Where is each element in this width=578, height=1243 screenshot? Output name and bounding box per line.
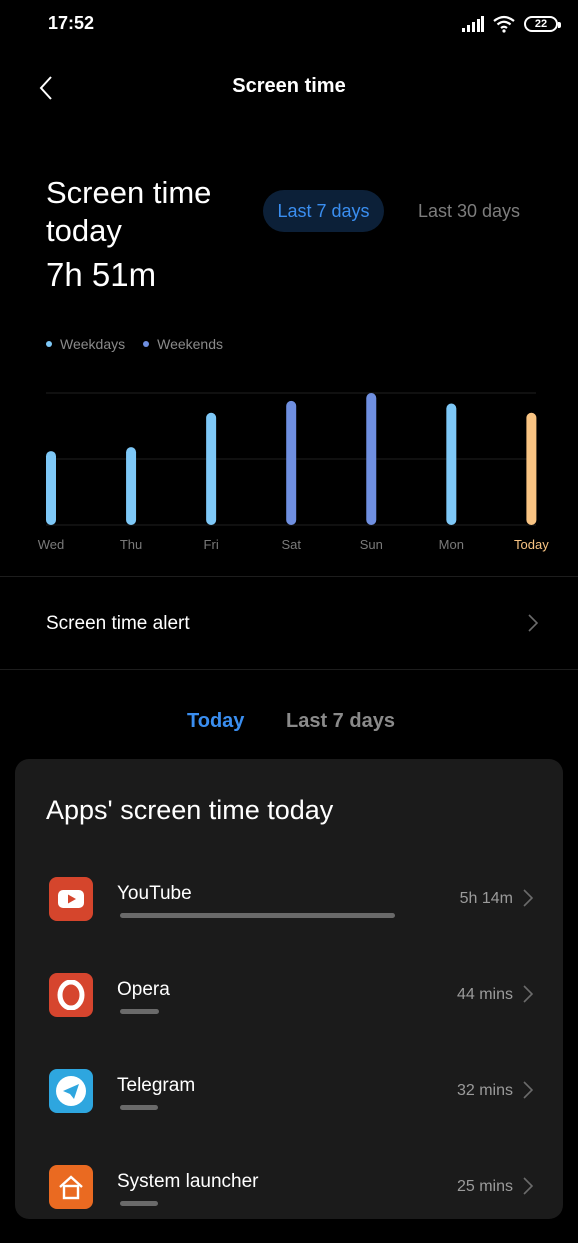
app-name: Telegram	[117, 1075, 196, 1096]
app-name: System launcher	[117, 1171, 259, 1192]
screen-time-chart: Wed Thu Fri Sat Sun Mon Today	[38, 392, 549, 552]
chevron-right-icon	[523, 985, 533, 1003]
weekend-dot-icon	[143, 341, 150, 347]
chart-tick-label-wed: Wed	[38, 537, 65, 552]
app-usage-time: 44 mins	[456, 986, 513, 1003]
wifi-icon	[493, 15, 515, 33]
chevron-right-icon	[523, 1081, 533, 1099]
status-bar: 17:52 22	[0, 0, 578, 48]
chart-legend: Weekdays Weekends	[46, 336, 223, 352]
app-row-telegram[interactable]: Telegram 32 mins	[15, 1051, 563, 1147]
app-row-system-launcher[interactable]: System launcher 25 mins	[15, 1147, 563, 1243]
legend-weekdays: Weekdays	[46, 336, 125, 352]
weekday-dot-icon	[46, 341, 52, 347]
tab-today[interactable]: Today	[187, 710, 244, 733]
header: Screen time	[0, 60, 578, 116]
summary-value: 7h 51m	[46, 256, 157, 293]
app-usage-time: 32 mins	[456, 1082, 513, 1099]
chart-tick-label-today: Today	[514, 537, 549, 552]
legend-weekends-label: Weekends	[157, 336, 224, 352]
usage-bar-fill	[120, 1105, 158, 1110]
chart-tick-label-fri: Fri	[204, 537, 219, 552]
battery-icon: 22	[524, 16, 561, 32]
usage-bar	[120, 1105, 395, 1110]
chart-bar-sat	[286, 400, 297, 525]
telegram-icon	[49, 1069, 93, 1113]
chart-bar-today	[526, 412, 537, 525]
period-tabs: Today Last 7 days	[0, 700, 578, 746]
range-last-7-days-button[interactable]: Last 7 days	[263, 190, 384, 232]
app-row-youtube[interactable]: YouTube 5h 14m	[15, 859, 563, 955]
usage-bar-fill	[120, 913, 395, 918]
legend-weekdays-label: Weekdays	[60, 336, 126, 352]
app-name: YouTube	[117, 883, 192, 904]
chart-tick-label-mon: Mon	[439, 537, 464, 552]
chart-bar-sun	[366, 393, 377, 525]
app-name: Opera	[117, 979, 170, 1000]
usage-bar	[120, 913, 395, 918]
usage-bar	[120, 1009, 395, 1014]
youtube-icon	[49, 877, 93, 921]
divider	[0, 576, 578, 577]
usage-bar-fill	[120, 1009, 159, 1014]
summary-title: Screen time today	[46, 175, 212, 248]
status-icons: 22	[462, 14, 561, 34]
opera-icon	[49, 973, 93, 1017]
chart-bar-thu	[126, 447, 137, 525]
home-icon	[49, 1165, 93, 1209]
app-usage-time: 5h 14m	[459, 890, 513, 907]
chart-tick-label-thu: Thu	[120, 537, 142, 552]
apps-screen-time-card: Apps' screen time today YouTube 5h 14m O…	[15, 759, 563, 1219]
chevron-right-icon	[523, 1177, 533, 1195]
apps-card-title: Apps' screen time today	[46, 795, 334, 825]
usage-bar	[120, 1201, 395, 1206]
chart-bar-wed	[46, 451, 56, 525]
range-last-30-days-button[interactable]: Last 30 days	[400, 190, 538, 232]
status-time: 17:52	[48, 13, 95, 33]
app-usage-time: 25 mins	[456, 1178, 513, 1195]
battery-level: 22	[534, 18, 548, 30]
chart-tick-label-sun: Sun	[360, 537, 383, 552]
signal-icon	[462, 16, 484, 32]
chevron-right-icon	[523, 889, 533, 907]
screen-time-alert-label: Screen time alert	[46, 613, 190, 634]
app-row-opera[interactable]: Opera 44 mins	[15, 955, 563, 1051]
chart-bar-fri	[206, 412, 217, 525]
chart-tick-label-sat: Sat	[281, 537, 301, 552]
legend-weekends: Weekends	[143, 336, 223, 352]
usage-bar-fill	[120, 1201, 158, 1206]
tab-last-7-days[interactable]: Last 7 days	[286, 710, 395, 733]
screen-time-alert-row[interactable]: Screen time alert	[0, 578, 578, 668]
chevron-right-icon	[528, 614, 538, 632]
page-title: Screen time	[232, 75, 346, 97]
chart-bar-mon	[446, 403, 457, 525]
divider	[0, 669, 578, 670]
